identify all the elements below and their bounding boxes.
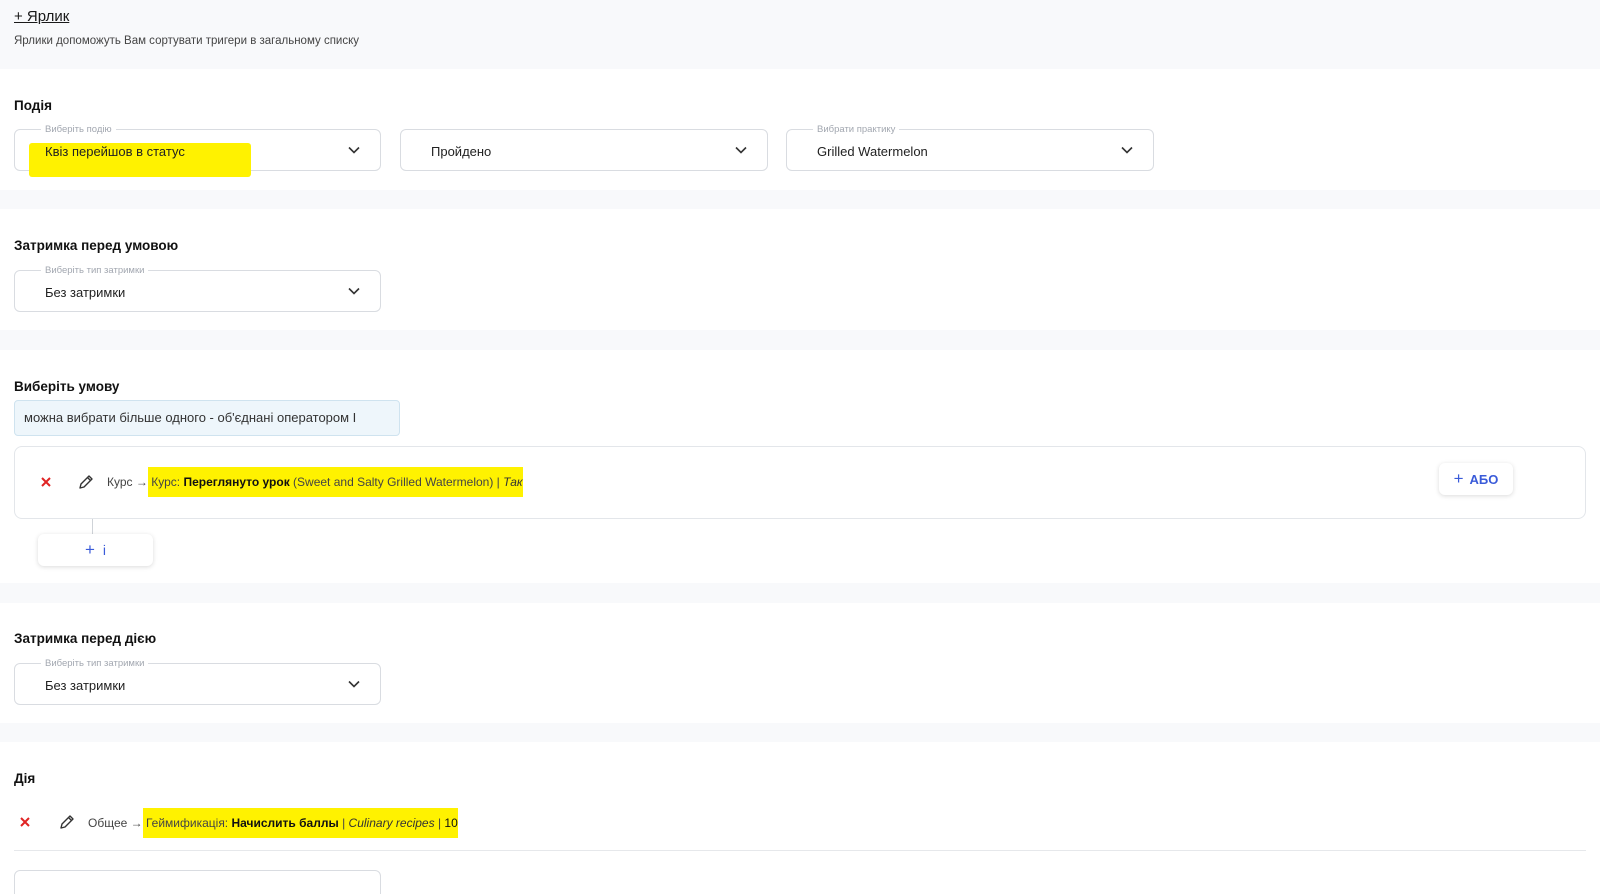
add-label-link[interactable]: + Ярлик <box>14 8 69 25</box>
add-or-label: АБО <box>1469 472 1499 487</box>
condition-prefix: Курс → <box>107 475 148 489</box>
condition-item-text: Курс → Курс: Переглянуто урок (Sweet and… <box>107 467 523 497</box>
close-icon[interactable] <box>18 815 32 829</box>
action-sep1: | <box>342 816 346 830</box>
condition-action: Переглянуто урок <box>183 475 290 489</box>
plus-icon: + <box>1453 469 1464 488</box>
action-title: Дія <box>14 771 36 786</box>
delay-condition-card: Затримка перед умовою Виберіть тип затри… <box>0 209 1600 330</box>
chevron-down-icon <box>348 146 360 154</box>
pencil-icon[interactable] <box>58 813 76 831</box>
status-select-value: Пройдено <box>431 144 492 159</box>
condition-title: Виберіть умову <box>14 379 120 394</box>
condition-note: можна вибрати більше одного - об'єднані … <box>14 400 400 436</box>
chevron-down-icon <box>348 680 360 688</box>
action-divider <box>14 850 1586 851</box>
delay-action-value: Без затримки <box>45 678 126 693</box>
condition-category: Курс: <box>151 475 181 489</box>
action-prefix: Общее → <box>88 816 143 830</box>
chevron-down-icon <box>1121 146 1133 154</box>
practice-select-value: Grilled Watermelon <box>817 144 928 159</box>
condition-tail: Так <box>503 475 523 489</box>
condition-item-box: Курс → Курс: Переглянуто урок (Sweet and… <box>14 446 1586 519</box>
delay-action-title: Затримка перед дією <box>14 631 157 646</box>
add-and-button[interactable]: + і <box>38 534 153 566</box>
highlight-mark: Курс: Переглянуто урок (Sweet and Salty … <box>147 467 523 497</box>
delay-condition-select[interactable]: Виберіть тип затримки Без затримки <box>14 265 381 312</box>
pencil-icon[interactable] <box>77 473 95 491</box>
next-select-stub[interactable] <box>14 870 381 894</box>
add-or-button[interactable]: + АБО <box>1439 463 1513 495</box>
labels-hint: Ярлики допоможуть Вам сортувати тригери … <box>14 35 359 47</box>
labels-section: + Ярлик Ярлики допоможуть Вам сортувати … <box>14 8 359 47</box>
action-points: 10 <box>444 816 458 830</box>
action-item-text: Общее → Геймификація: Начислить баллы | … <box>88 808 458 838</box>
delay-action-legend: Виберіть тип затримки <box>41 658 149 669</box>
event-card: Подія Виберіть подію Квіз перейшов в ста… <box>0 69 1600 190</box>
delay-condition-value: Без затримки <box>45 285 126 300</box>
add-and-label: і <box>102 542 107 558</box>
status-select[interactable]: Пройдено <box>400 129 768 171</box>
event-select-value: Квіз перейшов в статус <box>45 144 185 159</box>
action-course: Culinary recipes <box>348 816 435 830</box>
delay-action-card: Затримка перед дією Виберіть тип затримк… <box>0 603 1600 723</box>
event-select-legend: Виберіть подію <box>41 124 116 135</box>
close-icon[interactable] <box>39 475 53 489</box>
delay-condition-title: Затримка перед умовою <box>14 238 179 253</box>
chevron-down-icon <box>735 146 747 154</box>
connector-line <box>92 519 93 535</box>
action-card: Дія Общее → Геймификація: Начислить балл… <box>0 742 1600 894</box>
event-select[interactable]: Виберіть подію Квіз перейшов в статус <box>14 124 381 177</box>
action-sep2: | <box>437 816 442 830</box>
practice-select-legend: Вибрати практику <box>813 124 900 135</box>
condition-detail: (Sweet and Salty Grilled Watermelon) | <box>293 475 500 489</box>
action-category: Геймификація: <box>145 816 229 830</box>
delay-condition-legend: Виберіть тип затримки <box>41 265 149 276</box>
plus-icon: + <box>84 540 95 559</box>
practice-select[interactable]: Вибрати практику Grilled Watermelon <box>786 124 1154 171</box>
action-name: Начислить баллы <box>231 816 339 830</box>
event-title: Подія <box>14 98 52 113</box>
highlight-mark: Геймификація: Начислить баллы | Culinary… <box>142 808 458 838</box>
condition-card: Виберіть умову можна вибрати більше одно… <box>0 350 1600 583</box>
chevron-down-icon <box>348 287 360 295</box>
delay-action-select[interactable]: Виберіть тип затримки Без затримки <box>14 658 381 705</box>
